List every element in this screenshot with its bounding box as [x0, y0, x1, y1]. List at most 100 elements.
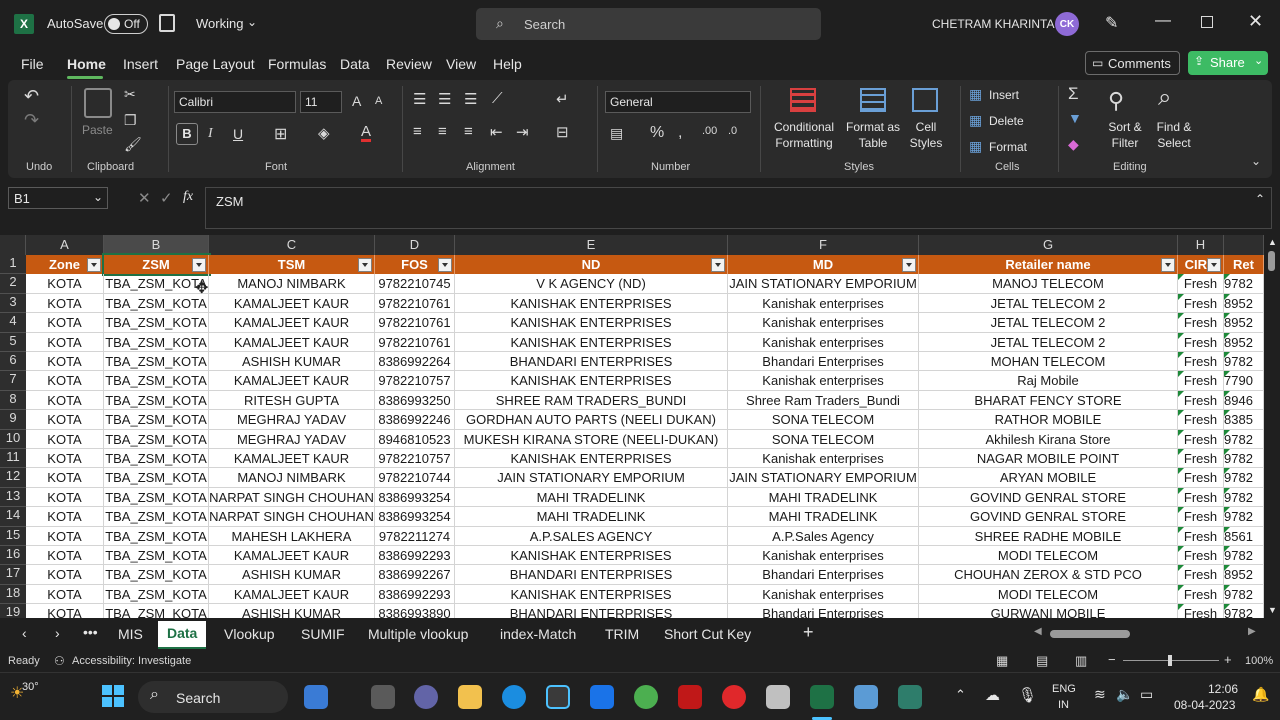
table-cell[interactable]: ASHISH KUMAR — [209, 352, 375, 372]
scroll-down-icon[interactable]: ▼ — [1268, 605, 1277, 615]
page-layout-view-icon[interactable]: ▤ — [1036, 653, 1048, 669]
table-cell[interactable]: A.P.SALES AGENCY — [455, 526, 728, 546]
table-cell[interactable]: MANOJ TELECOM — [919, 274, 1178, 294]
table-cell[interactable]: Fresh — [1178, 352, 1224, 372]
decrease-font-icon[interactable]: A — [375, 95, 382, 107]
table-cell[interactable]: JETAL TELECOM 2 — [919, 332, 1178, 352]
table-cell[interactable]: KOTA — [26, 487, 104, 508]
header-cell[interactable]: MD — [728, 255, 919, 275]
row-header[interactable]: 2 — [0, 274, 26, 294]
widgets-app-icon[interactable] — [304, 685, 328, 709]
table-cell[interactable]: NARPAT SINGH CHOUHAN — [209, 507, 375, 527]
table-cell[interactable]: TBA_ZSM_KOTA — [104, 449, 209, 469]
table-cell[interactable]: 8386992267 — [375, 565, 455, 585]
increase-decimal-icon[interactable]: .00 — [702, 125, 717, 137]
zoom-out-icon[interactable]: − — [1108, 652, 1116, 667]
tab-data[interactable]: Data — [158, 621, 207, 649]
opera-app-icon[interactable] — [722, 685, 746, 709]
delete-cells-icon[interactable]: ▦ — [969, 112, 982, 129]
table-cell[interactable]: KOTA — [26, 371, 104, 391]
filter-dropdown-icon[interactable] — [711, 258, 725, 272]
mcafee-app-icon[interactable] — [678, 685, 702, 709]
table-cell[interactable]: NAGAR MOBILE POINT — [919, 449, 1178, 469]
cancel-icon[interactable]: ✕ — [138, 189, 151, 207]
column-header[interactable]: A — [26, 235, 104, 255]
table-cell[interactable]: 8561 — [1224, 526, 1264, 546]
row-header[interactable]: 17 — [0, 565, 26, 585]
media-player-icon[interactable] — [854, 685, 878, 709]
microphone-icon[interactable]: 🎙 — [1018, 686, 1037, 704]
more-sheets-icon[interactable]: ••• — [83, 624, 98, 640]
table-cell[interactable]: KANISHAK ENTERPRISES — [455, 332, 728, 352]
table-cell[interactable]: KANISHAK ENTERPRISES — [455, 313, 728, 333]
table-cell[interactable]: TBA_ZSM_KOTA — [104, 293, 209, 314]
table-cell[interactable]: Fresh — [1178, 429, 1224, 449]
tab-trim[interactable]: TRIM — [605, 626, 639, 642]
table-cell[interactable]: 9782 — [1224, 352, 1264, 372]
table-cell[interactable]: TBA_ZSM_KOTA — [104, 352, 209, 372]
table-cell[interactable]: 8386993254 — [375, 507, 455, 527]
scroll-thumb[interactable] — [1268, 251, 1275, 271]
onedrive-icon[interactable]: ☁ — [985, 686, 1000, 704]
column-header[interactable]: D — [375, 235, 455, 255]
table-cell[interactable]: Fresh — [1178, 584, 1224, 605]
column-header[interactable]: H — [1178, 235, 1224, 255]
menu-review[interactable]: Review — [386, 56, 432, 72]
excel-taskbar-icon[interactable] — [810, 685, 834, 709]
orientation-icon[interactable]: ⟋ — [492, 90, 503, 107]
align-top-icon[interactable]: ☰ — [413, 90, 426, 108]
conditional-formatting-button[interactable]: Conditional Formatting — [773, 119, 835, 151]
increase-font-icon[interactable]: A — [352, 93, 361, 109]
increase-indent-icon[interactable]: ⇥ — [516, 123, 529, 141]
row-header[interactable]: 14 — [0, 507, 26, 527]
tab-vlookup[interactable]: Vlookup — [224, 626, 275, 642]
align-center-icon[interactable]: ≡ — [438, 123, 447, 140]
tab-multiple-vlookup[interactable]: Multiple vlookup — [368, 626, 468, 642]
table-cell[interactable]: Fresh — [1178, 507, 1224, 527]
find-select-button[interactable]: Find & Select — [1151, 119, 1197, 151]
table-cell[interactable]: KOTA — [26, 449, 104, 469]
accessibility-status[interactable]: Accessibility: Investigate — [72, 655, 191, 667]
table-cell[interactable]: GURWANI MOBILE — [919, 604, 1178, 618]
save-icon[interactable] — [159, 14, 175, 32]
decrease-indent-icon[interactable]: ⇤ — [490, 123, 503, 141]
align-middle-icon[interactable]: ☰ — [438, 90, 451, 108]
language-line2[interactable]: IN — [1058, 699, 1069, 711]
format-cells-button[interactable]: Format — [989, 139, 1027, 155]
normal-view-icon[interactable]: ▦ — [996, 653, 1008, 669]
table-cell[interactable]: 9782210744 — [375, 468, 455, 488]
chrome-app-icon[interactable] — [634, 685, 658, 709]
table-cell[interactable]: GORDHAN AUTO PARTS (NEELI DUKAN) — [455, 410, 728, 430]
table-cell[interactable]: MEGHRAJ YADAV — [209, 429, 375, 449]
table-cell[interactable]: KOTA — [26, 352, 104, 372]
table-cell[interactable]: 8386992293 — [375, 584, 455, 605]
table-cell[interactable]: KAMALJEET KAUR — [209, 293, 375, 314]
table-cell[interactable]: Fresh — [1178, 313, 1224, 333]
table-cell[interactable]: 8386992246 — [375, 410, 455, 430]
accessibility-icon[interactable]: ⚇ — [54, 654, 65, 668]
accounting-format-icon[interactable]: ▤ — [610, 125, 623, 142]
table-cell[interactable]: Kanishak enterprises — [728, 313, 919, 333]
fill-color-icon[interactable]: ◈ — [318, 124, 330, 142]
align-bottom-icon[interactable]: ☰ — [464, 90, 477, 108]
format-as-table-icon[interactable] — [860, 88, 886, 112]
enter-icon[interactable]: ✓ — [160, 189, 173, 207]
table-cell[interactable]: 8946 — [1224, 390, 1264, 411]
table-cell[interactable]: Kanishak enterprises — [728, 371, 919, 391]
font-color-icon[interactable]: A — [361, 124, 372, 142]
row-header[interactable]: 12 — [0, 468, 26, 488]
zoom-in-icon[interactable]: + — [1224, 652, 1232, 667]
table-cell[interactable]: 8386993254 — [375, 487, 455, 508]
format-cells-icon[interactable]: ▦ — [969, 138, 982, 155]
column-header[interactable]: B — [104, 235, 209, 255]
chevron-down-icon[interactable]: ⌄ — [93, 190, 103, 204]
formula-input[interactable]: ZSM ⌃ — [205, 187, 1272, 229]
table-cell[interactable]: KOTA — [26, 526, 104, 546]
table-cell[interactable]: 9782210761 — [375, 313, 455, 333]
underline-icon[interactable]: U — [233, 126, 243, 142]
tab-mis[interactable]: MIS — [118, 626, 143, 642]
table-cell[interactable]: TBA_ZSM_KOTA — [104, 410, 209, 430]
insert-function-icon[interactable]: fx — [183, 189, 193, 205]
table-cell[interactable]: KAMALJEET KAUR — [209, 546, 375, 566]
language-line1[interactable]: ENG — [1052, 683, 1076, 695]
